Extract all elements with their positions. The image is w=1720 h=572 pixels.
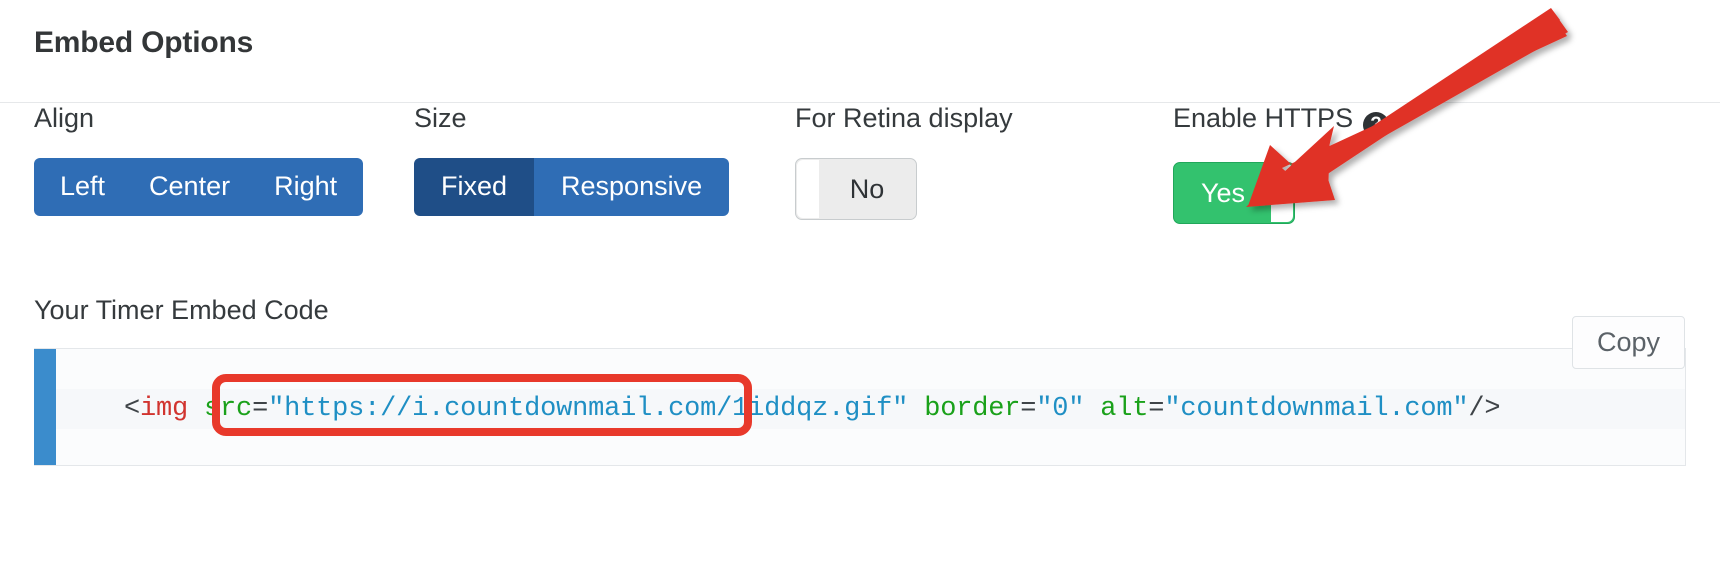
https-label-text: Enable HTTPS: [1173, 103, 1354, 133]
copy-button[interactable]: Copy: [1571, 316, 1685, 369]
code-text[interactable]: < img src = "https://i.countdownmail.com/1i…: [56, 389, 1685, 429]
code-token-eq: =: [252, 394, 269, 424]
code-token-attr-src: src: [204, 394, 253, 424]
retina-option-group: For Retina display No: [795, 103, 1013, 220]
embed-code-section: Your Timer Embed Code < img src = "https://…: [34, 295, 1686, 466]
embed-options-panel: Embed Options Align Left Center Right Si…: [0, 0, 1720, 572]
align-right-button[interactable]: Right: [252, 158, 364, 216]
https-option-group: Enable HTTPS? Yes: [1173, 103, 1390, 224]
code-token-eq: =: [1148, 394, 1165, 424]
code-token-close: />: [1468, 394, 1501, 424]
panel-header: Embed Options: [0, 0, 1720, 103]
size-responsive-button[interactable]: Responsive: [534, 158, 730, 216]
page-title: Embed Options: [34, 26, 254, 59]
question-mark-icon[interactable]: ?: [1363, 112, 1390, 138]
align-option-group: Align Left Center Right: [34, 103, 364, 216]
code-block-stripe: [34, 349, 56, 465]
code-token-open-bracket: <: [124, 394, 141, 424]
align-left-button[interactable]: Left: [34, 158, 128, 216]
size-label: Size: [414, 103, 467, 133]
align-button-group: Left Center Right: [34, 158, 364, 216]
size-option-group: Size Fixed Responsive: [414, 103, 730, 216]
code-token-eq: =: [1020, 394, 1037, 424]
align-label: Align: [34, 103, 95, 133]
code-token-attr-alt: alt: [1100, 394, 1149, 424]
code-token-value-alt: "countdownmail.com": [1164, 394, 1469, 424]
code-token-value-border: "0": [1036, 394, 1085, 424]
toggle-knob: [1271, 164, 1293, 222]
code-token-attr-border: border: [924, 394, 1021, 424]
options-row: Align Left Center Right Size Fixed Respo…: [0, 103, 1720, 288]
toggle-knob: [797, 160, 819, 218]
code-token-tag: img: [140, 394, 189, 424]
size-button-group: Fixed Responsive: [414, 158, 730, 216]
retina-label: For Retina display: [795, 103, 1013, 133]
size-fixed-button[interactable]: Fixed: [414, 158, 535, 216]
retina-toggle[interactable]: No: [795, 158, 917, 220]
https-label: Enable HTTPS?: [1173, 103, 1390, 138]
code-block: < img src = "https://i.countdownmail.com/1i…: [34, 316, 1686, 466]
code-token-value-src: "https://i.countdownmail.com/1iddqz.gif": [268, 394, 909, 424]
https-toggle[interactable]: Yes: [1173, 162, 1295, 224]
align-center-button[interactable]: Center: [127, 158, 253, 216]
embed-code-label: Your Timer Embed Code: [34, 295, 329, 325]
